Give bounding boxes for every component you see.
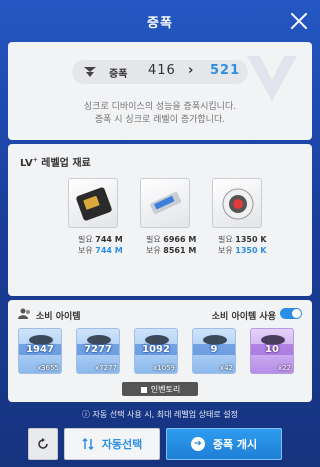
consumable-icon [145, 335, 169, 345]
use-consumables-toggle[interactable] [280, 308, 302, 319]
material-1-owned: 보유 744 M [78, 246, 123, 255]
material-3-owned: 보유 1350 K [218, 246, 267, 255]
auto-select-note: ⓘ 자동 선택 사용 시, 최대 레벨업 상태로 설정 [81, 410, 238, 419]
sort-arrows-icon [82, 438, 94, 450]
material-3-required: 필요 1350 K [218, 235, 267, 244]
material-2-required: 필요 6966 M [146, 235, 197, 244]
enhance-level-bar: 증폭 416 › 521 [72, 60, 248, 84]
core-sphere-icon [222, 188, 254, 220]
window-header: 증폭 [0, 0, 320, 42]
description-line-1: 싱크로 디바이스의 성능을 증폭시킵니다. [83, 102, 237, 112]
start-enhance-button[interactable]: ➔ 증폭 개시 [166, 428, 282, 460]
consumable-card[interactable]: 1947 x3655 [18, 328, 62, 374]
auto-select-button[interactable]: 자동선택 [64, 428, 160, 460]
consumable-icon [203, 335, 227, 345]
inventory-button[interactable]: 인벤토리 [122, 382, 198, 396]
consumable-card[interactable]: 7277 x7277 [76, 328, 120, 374]
usb-drive-icon [150, 191, 182, 215]
material-chip-card[interactable] [68, 178, 118, 228]
arrow-right-icon: ➔ [190, 437, 205, 451]
current-level: 416 [148, 63, 176, 78]
window-title: 증폭 [147, 15, 173, 31]
people-icon [18, 308, 30, 319]
consumable-card[interactable]: 1092 x1059 [134, 328, 178, 374]
consumable-icon [261, 335, 285, 345]
materials-title: LV+ 레벨업 재료 [20, 156, 91, 169]
enhance-icon [84, 67, 96, 77]
materials-panel: LV+ 레벨업 재료 필요 744 M 보유 744 M 필요 6966 M 보… [8, 144, 312, 296]
description-line-2: 증폭 시 싱크로 레벨이 증가합니다. [94, 115, 226, 125]
reset-button[interactable] [28, 428, 58, 460]
watermark-icon [247, 56, 297, 101]
consumable-icon [87, 335, 111, 345]
material-usb-drive[interactable] [140, 178, 190, 228]
material-core-sphere[interactable] [212, 178, 262, 228]
bag-icon [140, 387, 147, 393]
enhance-label: 증폭 [109, 69, 128, 80]
use-consumables-label: 소비 아이템 사용 [211, 312, 276, 322]
consumable-icon [29, 335, 53, 345]
consumable-card[interactable]: 10 x22 [250, 328, 294, 374]
material-1-required: 필요 744 M [78, 235, 123, 244]
consumables-panel: 소비 아이템 소비 아이템 사용 1947 x3655 7277 x7277 1… [8, 300, 312, 402]
refresh-icon [38, 438, 48, 449]
consumables-title: 소비 아이템 [36, 312, 81, 322]
consumables-list: 1947 x3655 7277 x7277 1092 x1059 9 x42 1… [18, 328, 302, 376]
material-2-owned: 보유 8561 M [146, 246, 197, 255]
close-icon[interactable] [290, 12, 308, 30]
consumable-card[interactable]: 9 x42 [192, 328, 236, 374]
level-arrow-icon: › [188, 63, 194, 78]
enhance-panel: 증폭 416 › 521 싱크로 디바이스의 성능을 증폭시킵니다. 증폭 시 … [8, 42, 312, 140]
chip-card-icon [76, 187, 112, 221]
target-level: 521 [210, 63, 241, 78]
